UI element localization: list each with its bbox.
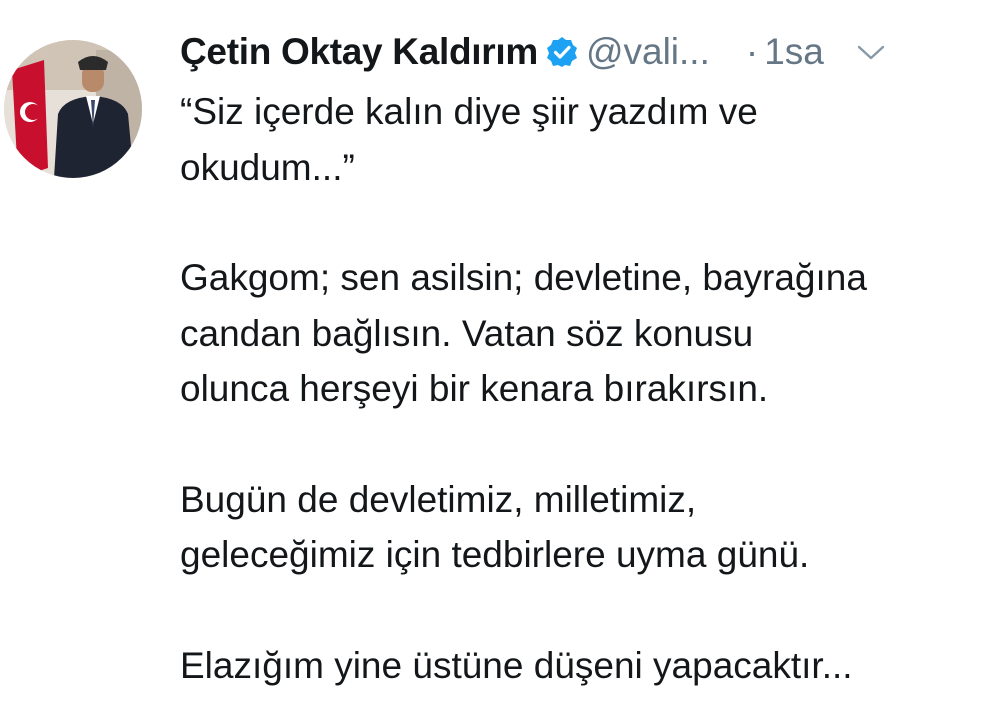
verified-badge-icon: [546, 36, 578, 68]
text-line: candan bağlısın. Vatan söz konusu: [180, 312, 754, 354]
tweet-timestamp[interactable]: 1sa: [764, 31, 824, 73]
text-line: olunca herşeyi bir kenara bırakırsın.: [180, 368, 769, 409]
avatar-photo: [4, 40, 142, 178]
tweet-text: “Siz içerde kalın diye şiir yazdım ve ok…: [180, 84, 990, 693]
separator-dot: ·: [745, 31, 759, 72]
author-handle[interactable]: @vali...: [586, 31, 710, 73]
text-line: “Siz içerde kalın diye şiir yazdım ve: [180, 91, 758, 132]
tweet: Çetin Oktay Kaldırım @vali... · 1sa “Siz…: [0, 0, 1000, 710]
text-line: Elazığım yine üstüne düşeni yapacaktır..…: [180, 644, 853, 686]
text-line: geleceğimiz için tedbirlere uyma günü.: [180, 534, 810, 575]
chevron-down-icon[interactable]: [856, 42, 886, 62]
avatar[interactable]: [4, 40, 142, 178]
tweet-header: Çetin Oktay Kaldırım @vali... · 1sa: [180, 30, 980, 74]
tweet-paragraph: Gakgom; sen asilsin; devletine, bayrağın…: [180, 250, 990, 417]
author-name[interactable]: Çetin Oktay Kaldırım: [180, 31, 538, 73]
tweet-paragraph: Elazığım yine üstüne düşeni yapacaktır..…: [180, 638, 990, 694]
tweet-paragraph: Bugün de devletimiz, milletimiz, geleceğ…: [180, 472, 990, 583]
text-line: Bugün de devletimiz, milletimiz,: [180, 478, 697, 520]
text-line: Gakgom; sen asilsin; devletine, bayrağın…: [180, 257, 867, 298]
tweet-paragraph: “Siz içerde kalın diye şiir yazdım ve ok…: [180, 84, 990, 195]
text-line: okudum...”: [180, 146, 355, 188]
